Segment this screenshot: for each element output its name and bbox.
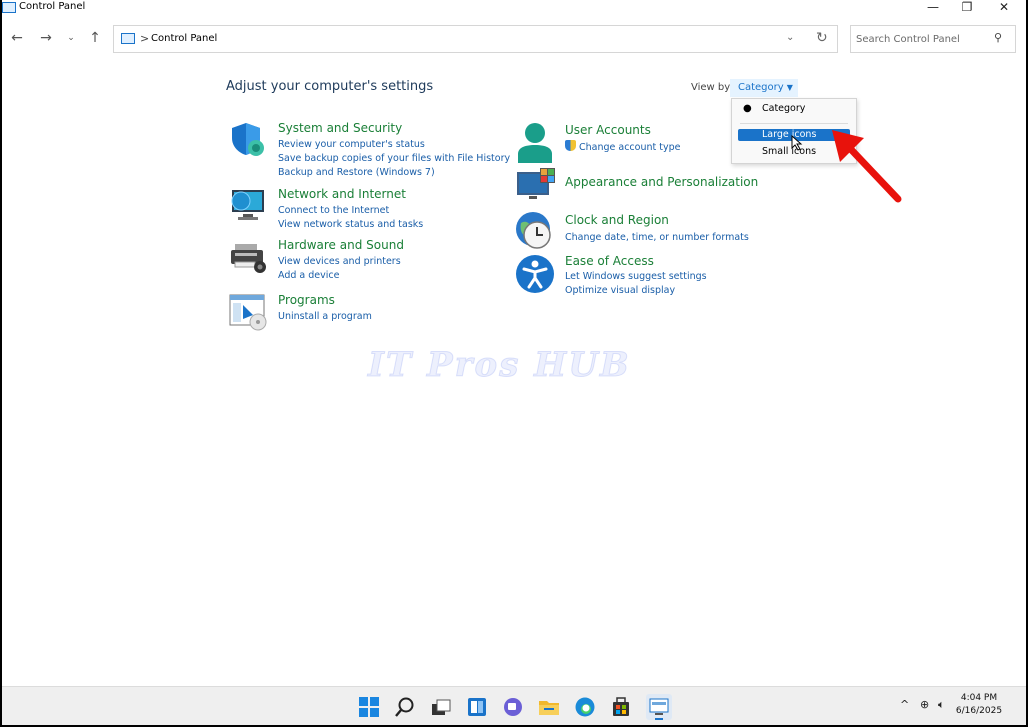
printer-icon	[231, 244, 266, 273]
link-uninstall-program[interactable]: Uninstall a program	[278, 310, 372, 324]
breadcrumb-separator-icon: >	[140, 32, 150, 45]
search-input[interactable]	[856, 31, 991, 47]
clock-time: 4:04 PM	[960, 693, 998, 703]
menu-item-category[interactable]: ● Category	[738, 103, 850, 115]
start-windows-icon[interactable]	[358, 696, 380, 718]
breadcrumb-control-panel[interactable]: Control Panel	[151, 33, 217, 44]
ease-of-access-icon	[516, 255, 554, 293]
programs-icon	[229, 294, 267, 331]
chat-icon[interactable]	[502, 696, 524, 718]
category-title[interactable]: Appearance and Personalization	[565, 175, 758, 189]
window-title: Control Panel	[19, 1, 86, 12]
network-globe-tray-icon[interactable]: ⊕	[920, 698, 929, 711]
link-review-status[interactable]: Review your computer's status	[278, 138, 510, 152]
link-windows-suggest[interactable]: Let Windows suggest settings	[565, 270, 707, 284]
control-panel-icon	[121, 33, 135, 44]
link-change-account-type[interactable]: Change account type	[565, 140, 680, 155]
title-bar: Control Panel — ❐ ✕	[2, 0, 1026, 16]
address-bar[interactable]: > Control Panel ⌄ ↻	[113, 25, 838, 53]
control-panel-icon	[2, 2, 16, 13]
close-button[interactable]: ✕	[989, 0, 1019, 16]
link-devices-printers[interactable]: View devices and printers	[278, 255, 401, 269]
link-optimize-visual[interactable]: Optimize visual display	[565, 284, 707, 298]
link-date-time-formats[interactable]: Change date, time, or number formats	[565, 231, 749, 245]
category-title[interactable]: User Accounts	[565, 123, 651, 137]
view-by-dropdown[interactable]: Category ▼	[730, 79, 798, 97]
appearance-monitor-icon	[517, 168, 555, 199]
annotation-arrow-icon	[832, 130, 902, 203]
system-clock[interactable]: 4:04 PM 6/16/2025	[954, 692, 1004, 718]
back-arrow-icon[interactable]: ←	[8, 31, 26, 45]
control-panel-window: Control Panel — ❐ ✕ ← → ⌄ ↑ > Control Pa…	[2, 0, 1026, 686]
category-title[interactable]: Network and Internet	[278, 187, 406, 201]
category-title[interactable]: Hardware and Sound	[278, 238, 404, 252]
up-arrow-icon[interactable]: ↑	[86, 31, 104, 45]
search-icon[interactable]	[394, 696, 416, 718]
clock-date: 6/16/2025	[955, 706, 1003, 716]
category-title[interactable]: System and Security	[278, 121, 402, 135]
checked-bullet-icon: ●	[743, 103, 752, 114]
mouse-cursor-icon	[791, 135, 803, 151]
shield-icon	[232, 123, 264, 156]
category-title[interactable]: Ease of Access	[565, 254, 654, 268]
link-connect-internet[interactable]: Connect to the Internet	[278, 204, 423, 218]
category-title[interactable]: Clock and Region	[565, 213, 669, 227]
volume-icon[interactable]: 🔈︎	[938, 698, 945, 712]
minimize-button[interactable]: —	[918, 0, 948, 16]
file-explorer-icon[interactable]	[538, 696, 560, 718]
view-by-value: Category	[738, 82, 784, 93]
search-icon[interactable]: ⚲	[994, 31, 1002, 44]
widgets-icon[interactable]	[466, 696, 488, 718]
link-file-history[interactable]: Save backup copies of your files with Fi…	[278, 152, 510, 166]
store-icon[interactable]	[610, 696, 632, 718]
link-network-status[interactable]: View network status and tasks	[278, 218, 423, 232]
control-panel-taskbar-icon[interactable]	[646, 694, 672, 720]
link-add-device[interactable]: Add a device	[278, 269, 401, 283]
search-box[interactable]: ⚲	[850, 25, 1016, 53]
restore-button[interactable]: ❐	[952, 0, 982, 16]
link-backup-restore[interactable]: Backup and Restore (Windows 7)	[278, 166, 510, 180]
user-icon	[518, 123, 552, 163]
recent-locations-chevron-icon[interactable]: ⌄	[62, 31, 80, 45]
clock-globe-icon	[516, 212, 551, 249]
category-title[interactable]: Programs	[278, 293, 335, 307]
edge-browser-icon[interactable]	[574, 696, 596, 718]
view-by-label: View by:	[691, 82, 733, 93]
task-view-icon[interactable]	[430, 696, 452, 718]
network-globe-icon	[231, 190, 264, 220]
taskbar: ^ ⊕ 🔈︎ 4:04 PM 6/16/2025	[2, 686, 1026, 725]
show-hidden-icons-chevron-icon[interactable]: ^	[900, 698, 909, 711]
forward-arrow-icon[interactable]: →	[37, 31, 55, 45]
uac-shield-icon	[565, 140, 576, 151]
page-title: Adjust your computer's settings	[226, 79, 434, 94]
watermark-text: IT Pros HUB	[368, 345, 631, 386]
dropdown-caret-icon: ▼	[786, 83, 793, 92]
address-dropdown-chevron-icon[interactable]: ⌄	[786, 32, 794, 43]
refresh-icon[interactable]: ↻	[816, 30, 828, 46]
navigation-bar: ← → ⌄ ↑ > Control Panel ⌄ ↻ ⚲	[2, 22, 1026, 56]
